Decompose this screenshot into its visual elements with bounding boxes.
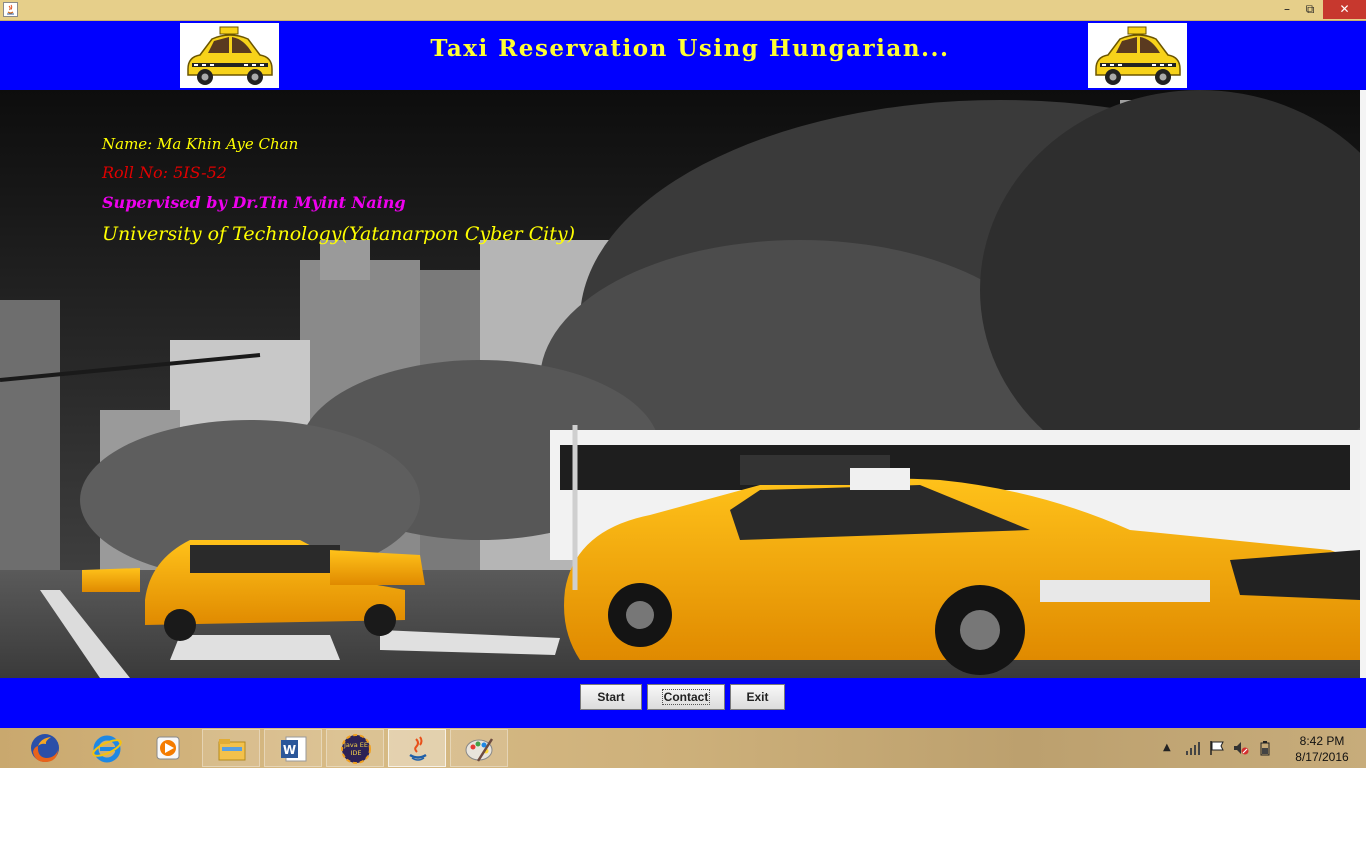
restore-button[interactable]: ⧉ — [1297, 0, 1323, 19]
background-photo: Name: Ma Khin Aye Chan Roll No: 5IS-52 S… — [0, 90, 1360, 678]
clock-time: 8:42 PM — [1299, 734, 1345, 748]
word-icon[interactable]: W — [264, 729, 322, 767]
svg-text:W: W — [283, 743, 296, 757]
java-icon[interactable] — [3, 2, 18, 17]
student-name: Name: Ma Khin Aye Chan — [102, 135, 299, 153]
start-button[interactable]: Start — [580, 684, 642, 710]
firefox-icon[interactable] — [16, 729, 74, 767]
internet-explorer-icon[interactable] — [78, 729, 136, 767]
paint-icon[interactable] — [450, 729, 508, 767]
taxi-logo-icon — [180, 23, 279, 88]
power-icon[interactable] — [1257, 740, 1273, 756]
university-text: University of Technology(Yatanarpon Cybe… — [102, 223, 576, 245]
show-hidden-icons-arrow[interactable]: ▲ — [1163, 742, 1171, 782]
roll-number: Roll No: 5IS-52 — [102, 163, 227, 182]
clock[interactable]: 8:42 PM 8/17/2016 — [1282, 733, 1362, 765]
media-player-icon[interactable] — [140, 729, 198, 767]
header-banner: Taxi Reservation Using Hungarian... — [0, 21, 1366, 90]
app-title: Taxi Reservation Using Hungarian... — [430, 35, 950, 62]
taskbar: W Java EE IDE ▲ 8:42 PM 8/17/2016 — [0, 728, 1366, 768]
java-ee-ide-icon[interactable]: Java EE IDE — [326, 729, 384, 767]
close-button[interactable]: ✕ — [1323, 0, 1366, 19]
supervisor-text: Supervised by Dr.Tin Myint Naing — [102, 193, 406, 212]
file-explorer-icon[interactable] — [202, 729, 260, 767]
clock-date: 8/17/2016 — [1295, 750, 1349, 764]
taxi-logo-icon — [1088, 23, 1187, 88]
contact-button-label: Contact — [661, 689, 711, 705]
svg-text:Java EE: Java EE — [343, 741, 368, 749]
flag-icon[interactable] — [1209, 740, 1225, 756]
svg-text:IDE: IDE — [350, 749, 361, 757]
window-title-bar: – ⧉ ✕ — [0, 0, 1366, 21]
network-icon[interactable] — [1185, 740, 1201, 756]
exit-button[interactable]: Exit — [730, 684, 785, 710]
contact-button[interactable]: Contact — [647, 684, 725, 710]
button-bar: Start Contact Exit — [0, 678, 1366, 728]
panel-edge — [1360, 90, 1366, 678]
volume-muted-icon[interactable] — [1233, 740, 1249, 756]
java-icon[interactable] — [388, 729, 446, 767]
